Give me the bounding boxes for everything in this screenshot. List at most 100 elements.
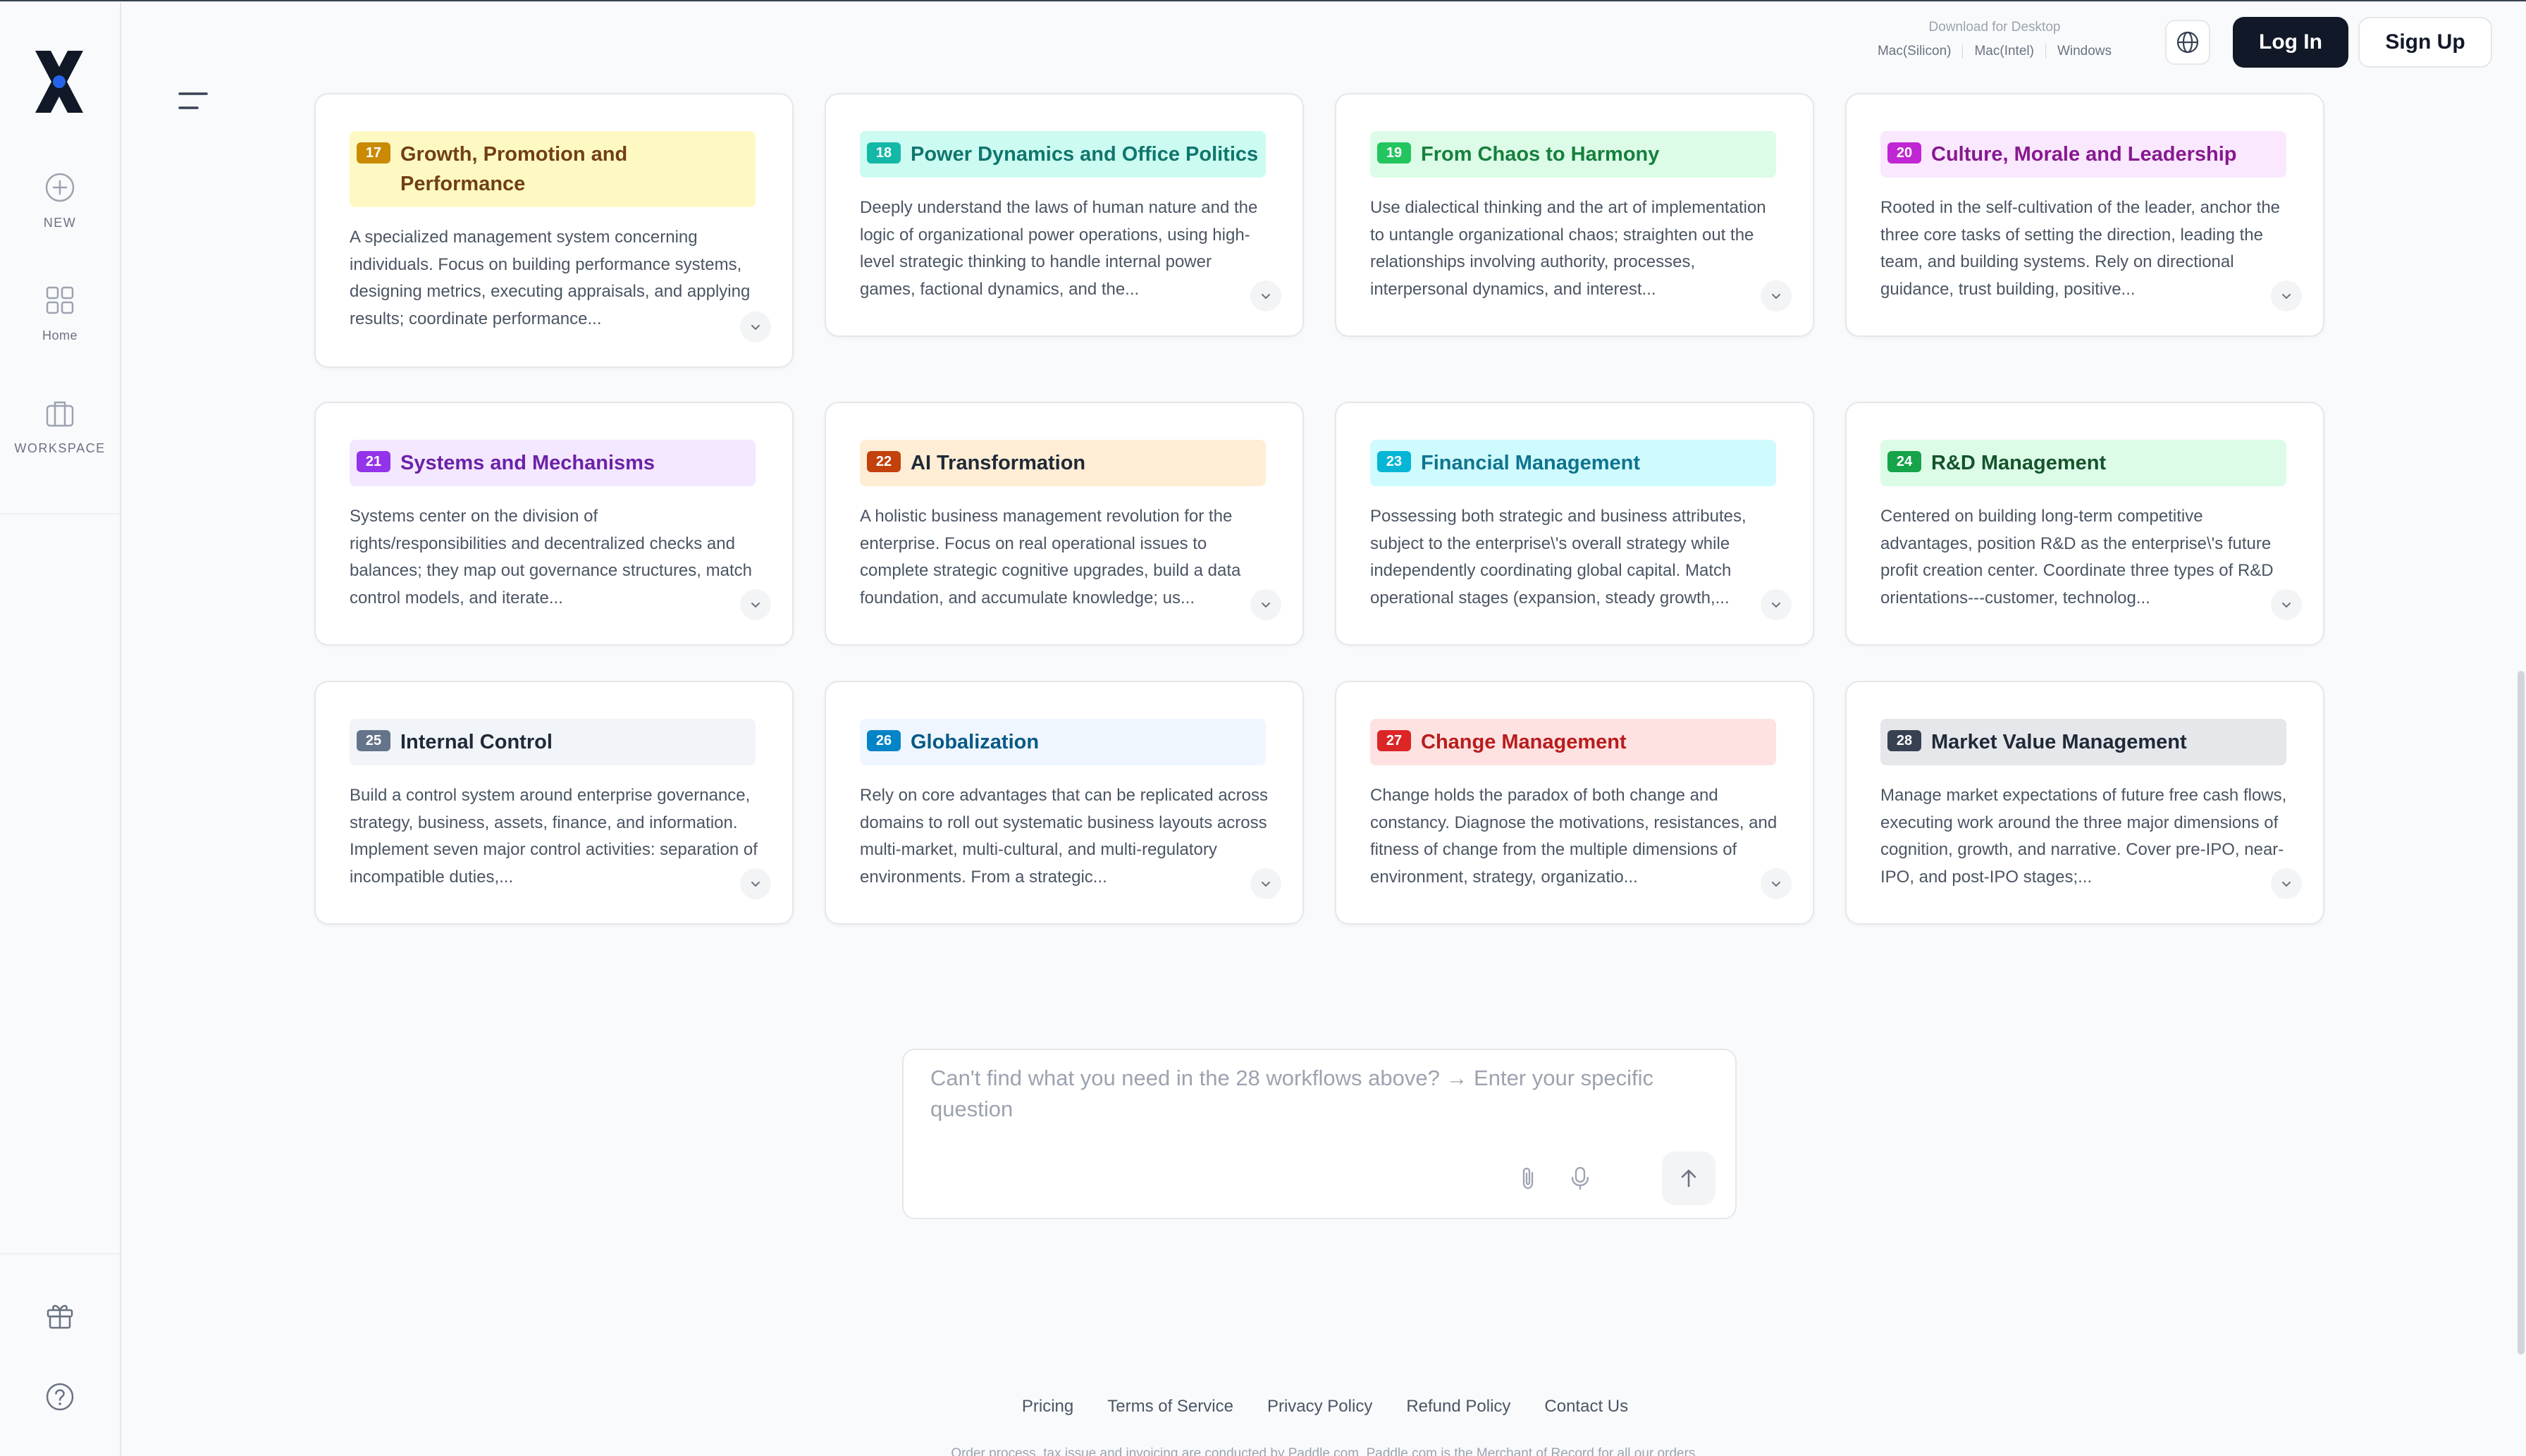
voice-input-button[interactable] [1565,1163,1596,1194]
workflow-description: Rely on core advantages that can be repl… [860,786,1269,887]
grid-icon [46,286,74,314]
workflow-number-badge: 17 [357,142,390,164]
contact-link[interactable]: Contact Us [1544,1397,1628,1417]
gift-button[interactable] [0,1300,120,1331]
chevron-down-icon [1772,882,1780,887]
signup-button[interactable]: Sign Up [2358,17,2492,68]
workflow-card-header: 19 From Chaos to Harmony [1370,131,1776,178]
expand-card-button[interactable] [740,589,771,620]
workflow-title: Financial Management [1421,452,1641,474]
workflow-title: From Chaos to Harmony [1421,143,1660,166]
chevron-down-icon [1772,603,1780,607]
expand-card-button[interactable] [1761,589,1792,620]
workflow-description: Systems center on the division of rights… [350,507,752,607]
workflow-number-badge: 20 [1887,142,1921,164]
workflow-description: Use dialectical thinking and the art of … [1370,198,1766,299]
language-button[interactable] [2165,20,2210,65]
left-sidebar: NEW Home WORKSPACE [0,3,121,1456]
workflow-card[interactable]: 22 AI Transformation A holistic business m… [825,402,1304,646]
chevron-down-icon [1262,882,1270,887]
workflow-description: Manage market expectations of future fre… [1880,786,2287,887]
expand-card-button[interactable] [1761,868,1792,899]
workflow-card[interactable]: 20 Culture, Morale and Leadership Rooted i… [1845,93,2324,337]
workflow-card[interactable]: 25 Internal Control Build a control system… [314,681,794,925]
workflow-number-badge: 25 [357,730,390,751]
download-mac-silicon-link[interactable]: Mac(Silicon) [1878,44,1952,59]
workspace-label: WORKSPACE [14,441,106,455]
attach-button[interactable] [1512,1163,1544,1194]
chevron-down-icon [2282,603,2291,607]
workflow-card-header: 26 Globalization [860,719,1266,765]
workflow-card-header: 27 Change Management [1370,719,1776,765]
home-label: Home [42,328,78,343]
expand-card-button[interactable] [1250,589,1281,620]
workflow-number-badge: 22 [867,451,901,472]
expand-card-button[interactable] [740,868,771,899]
paperclip-icon [1522,1167,1534,1190]
chevron-down-icon [2282,294,2291,299]
expand-card-button[interactable] [1250,868,1281,899]
refund-link[interactable]: Refund Policy [1406,1397,1510,1417]
chevron-down-icon [751,603,760,607]
question-composer [902,1049,1737,1219]
workflow-card[interactable]: 17 Growth, Promotion and Performance A spe… [314,93,794,368]
expand-card-button[interactable] [740,311,771,343]
plus-circle-icon [45,173,75,202]
terms-link[interactable]: Terms of Service [1107,1397,1233,1417]
new-chat-button[interactable]: NEW [0,172,120,230]
download-windows-link[interactable]: Windows [2057,44,2112,59]
workflow-card-header: 17 Growth, Promotion and Performance [350,131,756,207]
workflow-description: Possessing both strategic and business a… [1370,507,1746,607]
menu-toggle-icon[interactable] [178,90,209,111]
question-input[interactable] [930,1063,1706,1147]
chevron-down-icon [1262,294,1270,299]
expand-card-button[interactable] [2271,868,2302,899]
workflow-card-header: 20 Culture, Morale and Leadership [1880,131,2286,178]
workflow-title: Growth, Promotion and Performance [400,143,628,195]
workflow-description: Centered on building long-term competiti… [1880,507,2274,607]
app-logo[interactable] [31,47,87,117]
workflow-card[interactable]: 26 Globalization Rely on core advantages t… [825,681,1304,925]
privacy-link[interactable]: Privacy Policy [1267,1397,1372,1417]
workflow-card[interactable]: 27 Change Management Change holds the para… [1335,681,1814,925]
gift-icon [47,1304,73,1329]
chevron-down-icon [1262,603,1270,607]
workflow-title: Culture, Morale and Leadership [1931,143,2237,166]
workflow-card-header: 18 Power Dynamics and Office Politics [860,131,1266,178]
pricing-link[interactable]: Pricing [1022,1397,1073,1417]
workflow-number-badge: 26 [867,730,901,751]
workflow-description: Change holds the paradox of both change … [1370,786,1778,887]
rail-divider [0,513,120,514]
workflow-title: AI Transformation [911,452,1086,474]
workflow-card-header: 24 R&D Management [1880,440,2286,486]
rail-divider [0,1253,120,1254]
merchant-note: Order process, tax issue and invoicing a… [951,1446,1699,1456]
login-button[interactable]: Log In [2233,17,2348,68]
workflow-card[interactable]: 23 Financial Management Possessing both st… [1335,402,1814,646]
workflow-card[interactable]: 24 R&D Management Centered on building lon… [1845,402,2324,646]
workflow-card[interactable]: 28 Market Value Management Manage market e… [1845,681,2324,925]
workflow-number-badge: 23 [1377,451,1411,472]
workflow-title: Globalization [911,731,1040,753]
send-button[interactable] [1662,1152,1715,1205]
workflow-card[interactable]: 18 Power Dynamics and Office Politics Deep… [825,93,1304,337]
home-nav-button[interactable]: Home [0,285,120,343]
expand-card-button[interactable] [1250,280,1281,311]
workflow-description: A specialized management system concerni… [350,228,751,328]
download-title: Download for Desktop [1928,20,2061,35]
expand-card-button[interactable] [2271,589,2302,620]
help-circle-icon [46,1383,74,1411]
workflow-card[interactable]: 21 Systems and Mechanisms Systems center o… [314,402,794,646]
workflow-number-badge: 27 [1377,730,1411,751]
workflow-title: Internal Control [400,731,553,753]
help-button[interactable] [0,1381,120,1412]
scrollbar-thumb[interactable] [2518,671,2525,1355]
expand-card-button[interactable] [2271,280,2302,311]
workspace-nav-button[interactable]: WORKSPACE [0,397,120,456]
workflow-number-badge: 21 [357,451,390,472]
download-mac-intel-link[interactable]: Mac(Intel) [1974,44,2033,59]
workflow-card-header: 23 Financial Management [1370,440,1776,486]
workflow-card[interactable]: 19 From Chaos to Harmony Use dialectical t… [1335,93,1814,337]
expand-card-button[interactable] [1761,280,1792,311]
workflow-description: A holistic business management revolutio… [860,507,1241,607]
